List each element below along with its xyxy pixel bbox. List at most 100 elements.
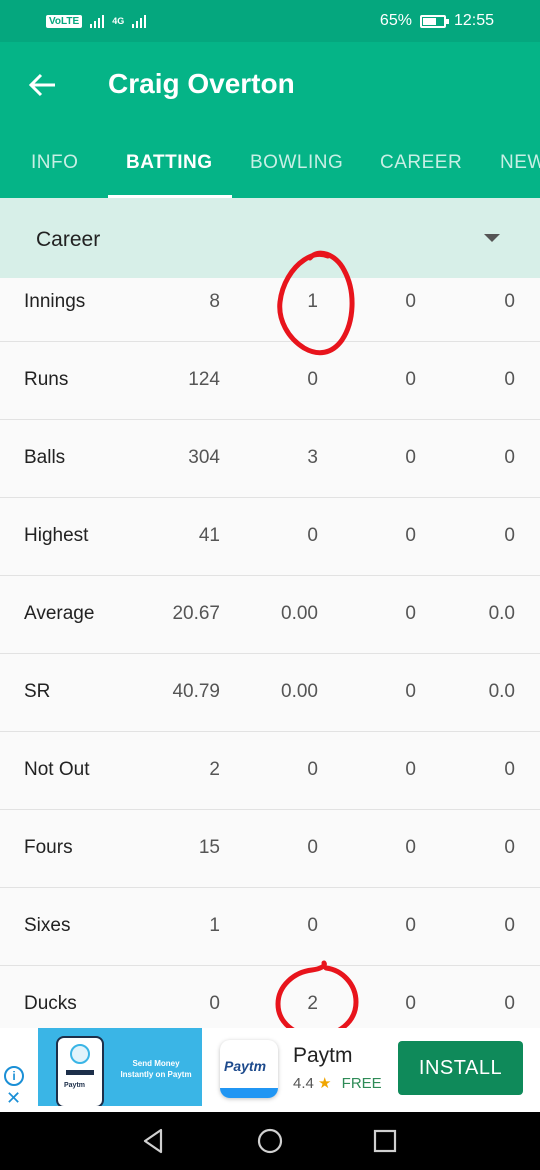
stat-value: 0	[504, 369, 515, 390]
system-navigation-bar	[0, 1112, 540, 1170]
stat-value: 3	[307, 447, 318, 468]
stat-value: 0	[405, 447, 416, 468]
recents-square-icon[interactable]	[370, 1126, 400, 1156]
stat-row-sr: SR 40.79 0.00 0 0.0	[0, 654, 540, 732]
stat-value: 1	[209, 915, 220, 936]
dropdown-arrow-icon	[484, 234, 500, 242]
ad-app-rating: 4.4 ★ FREE	[293, 1074, 382, 1092]
stat-value: 0	[405, 525, 416, 546]
stat-row-balls: Balls 304 3 0 0	[0, 420, 540, 498]
stat-value: 0	[504, 525, 515, 546]
stat-value: 0	[504, 759, 515, 780]
stat-value: 0	[405, 915, 416, 936]
status-left: VoLTE 4G	[46, 14, 147, 28]
stat-value: 0	[405, 603, 416, 624]
stat-value: 0	[504, 447, 515, 468]
network-type-indicator: 4G	[112, 16, 125, 26]
battery-percentage: 65%	[379, 12, 412, 29]
battery-icon	[419, 14, 449, 28]
paytm-logo-text: Paytm	[224, 1058, 267, 1074]
star-icon: ★	[318, 1075, 332, 1092]
back-triangle-icon[interactable]	[139, 1126, 169, 1156]
home-circle-icon[interactable]	[255, 1126, 285, 1156]
stat-value: 0.0	[488, 603, 515, 624]
tab-info[interactable]: INFO	[31, 152, 78, 174]
ad-promo-text: Send Money Instantly on Paytm	[120, 1059, 192, 1079]
app-bar: Craig Overton INFO BATTING BOWLING CAREE…	[0, 42, 540, 199]
rating-value: 4.4	[293, 1075, 314, 1092]
signal-icon-secondary	[132, 14, 147, 28]
stat-label: Not Out	[24, 759, 90, 780]
stat-value: 0.0	[488, 681, 515, 702]
stat-value: 0	[405, 369, 416, 390]
stat-label: Fours	[24, 837, 73, 858]
stat-label: Innings	[24, 291, 86, 312]
stat-value: 41	[198, 525, 220, 546]
stat-value: 1	[307, 291, 318, 312]
tab-career[interactable]: CAREER	[380, 152, 462, 174]
stat-row-runs: Runs 124 0 0 0	[0, 342, 540, 420]
dropdown-selected-value: Career	[36, 228, 101, 251]
stat-value: 0	[307, 915, 318, 936]
phone-illustration-avatar	[70, 1044, 90, 1064]
stat-row-sixes: Sixes 1 0 0 0	[0, 888, 540, 966]
stat-value: 0	[405, 993, 416, 1014]
tab-bowling[interactable]: BOWLING	[250, 152, 343, 174]
stat-label: Highest	[24, 525, 89, 546]
stat-value: 0	[504, 993, 515, 1014]
stat-value: 0	[307, 369, 318, 390]
stat-row-not-out: Not Out 2 0 0 0	[0, 732, 540, 810]
stat-value: 0	[307, 759, 318, 780]
stat-value: 0	[307, 525, 318, 546]
back-arrow-icon[interactable]	[28, 70, 58, 100]
ad-app-name[interactable]: Paytm	[293, 1044, 353, 1068]
stat-value: 124	[188, 369, 220, 390]
stat-row-average: Average 20.67 0.00 0 0.0	[0, 576, 540, 654]
stat-value: 15	[198, 837, 220, 858]
ad-price: FREE	[341, 1075, 382, 1092]
tab-news[interactable]: NEWS	[500, 152, 540, 174]
ad-promo-image[interactable]: Paytm Send Money Instantly on Paytm	[38, 1028, 202, 1106]
status-right: 65% 12:55	[380, 12, 494, 30]
stat-label: Balls	[24, 447, 66, 468]
volte-indicator: VoLTE	[46, 14, 83, 28]
stat-value: 0	[405, 837, 416, 858]
stat-row-ducks: Ducks 0 2 0 0	[0, 966, 540, 1028]
stat-value: 0	[209, 993, 220, 1014]
batting-stats-table[interactable]: Innings 8 1 0 0 Runs 124 0 0 0 Balls 304…	[0, 278, 540, 1028]
phone-illustration: Paytm	[56, 1036, 104, 1106]
stat-row-innings: Innings 8 1 0 0	[0, 278, 540, 342]
stat-value: 2	[209, 759, 220, 780]
stat-row-fours: Fours 15 0 0 0	[0, 810, 540, 888]
signal-icon	[90, 14, 105, 28]
phone-illustration-logo: Paytm	[64, 1082, 86, 1089]
tab-bar: INFO BATTING BOWLING CAREER NEWS	[0, 142, 540, 199]
stat-value: 0	[405, 681, 416, 702]
ad-banner[interactable]: i ✕ Paytm Send Money Instantly on Paytm …	[0, 1028, 540, 1112]
stat-value: 0	[504, 837, 515, 858]
ad-close-icon[interactable]: ✕	[6, 1088, 21, 1109]
stat-label: Average	[24, 603, 95, 624]
paytm-app-icon[interactable]: Paytm	[220, 1040, 278, 1098]
stat-label: Sixes	[24, 915, 71, 936]
ad-info-icon[interactable]: i	[4, 1066, 24, 1086]
install-button[interactable]: INSTALL	[398, 1041, 523, 1095]
clock: 12:55	[453, 12, 494, 29]
stat-label: Runs	[24, 369, 69, 390]
stat-value: 0.00	[281, 603, 318, 624]
stat-value: 0	[405, 291, 416, 312]
format-dropdown[interactable]: Career	[0, 198, 540, 278]
stat-value: 304	[188, 447, 220, 468]
stat-value: 0	[307, 837, 318, 858]
stat-label: Ducks	[24, 993, 77, 1014]
paytm-logo-bar	[220, 1088, 278, 1098]
tab-batting[interactable]: BATTING	[126, 152, 213, 174]
stat-value: 0	[504, 915, 515, 936]
page-title: Craig Overton	[108, 68, 295, 99]
stat-label: SR	[24, 681, 51, 702]
stat-row-highest: Highest 41 0 0 0	[0, 498, 540, 576]
stat-value: 0	[504, 291, 515, 312]
stat-value: 8	[209, 291, 220, 312]
stat-value: 20.67	[172, 603, 220, 624]
status-bar: VoLTE 4G 65% 12:55	[0, 0, 540, 42]
